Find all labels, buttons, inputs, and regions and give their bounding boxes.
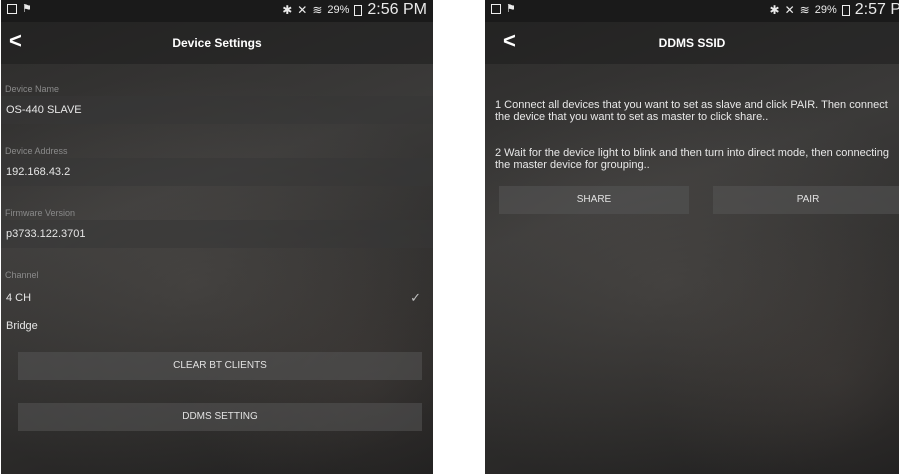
- ddms-ssid-screen: ⚑ ✱ ✕ ≋ 29% 2:57 P < DDMS SSID 1 Connect…: [485, 0, 899, 474]
- page-title: Device Settings: [172, 36, 262, 50]
- bluetooth-icon: ✱: [282, 3, 293, 17]
- ddms-setting-button[interactable]: DDMS SETTING: [18, 403, 422, 431]
- firmware-version-value: p3733.122.3701: [6, 228, 86, 240]
- firmware-version-field[interactable]: p3733.122.3701: [1, 220, 433, 248]
- instruction-2-line-2: the master device for grouping..: [495, 159, 650, 171]
- status-bar: ⚑ ✱ ✕ ≋ 29% 2:57 P: [485, 0, 899, 22]
- channel-option-bridge[interactable]: Bridge: [6, 320, 38, 332]
- mute-icon: ✕: [784, 3, 795, 17]
- wifi-icon: ≋: [312, 3, 323, 17]
- share-button[interactable]: SHARE: [499, 186, 689, 214]
- instruction-2: 2 Wait for the device light to blink and…: [495, 147, 889, 171]
- channel-label: Channel: [5, 270, 39, 280]
- status-bar: ⚑ ✱ ✕ ≋ 29% 2:56 PM: [1, 0, 433, 22]
- device-name-field[interactable]: OS-440 SLAVE: [1, 96, 433, 124]
- instruction-1-line-2: the device that you want to set as maste…: [495, 111, 769, 123]
- channel-option-4ch[interactable]: 4 CH: [6, 292, 31, 304]
- instruction-1: 1 Connect all devices that you want to s…: [495, 99, 888, 123]
- pair-button[interactable]: PAIR: [713, 186, 899, 214]
- clock: 2:57 P: [854, 1, 899, 18]
- mute-icon: ✕: [297, 3, 308, 17]
- device-name-label: Device Name: [5, 84, 60, 94]
- bluetooth-icon: ✱: [769, 3, 780, 17]
- wifi-icon: ≋: [799, 3, 810, 17]
- device-address-label: Device Address: [5, 146, 68, 156]
- app-bar: < DDMS SSID: [485, 22, 899, 64]
- checkmark-icon: ✓: [410, 290, 421, 305]
- flag-icon: ⚑: [22, 3, 32, 15]
- notification-icon: [7, 4, 17, 14]
- page-title: DDMS SSID: [658, 36, 726, 50]
- notification-icon: [491, 4, 501, 14]
- device-address-value: 192.168.43.2: [6, 166, 71, 178]
- battery-icon: [354, 4, 363, 16]
- flag-icon: ⚑: [506, 3, 516, 15]
- app-bar: < Device Settings: [1, 22, 433, 64]
- clock: 2:56 PM: [367, 1, 427, 18]
- instruction-1-line-1: 1 Connect all devices that you want to s…: [495, 99, 888, 111]
- firmware-version-label: Firmware Version: [5, 208, 76, 218]
- clear-bt-clients-button[interactable]: CLEAR BT CLIENTS: [18, 352, 422, 380]
- device-address-field[interactable]: 192.168.43.2: [1, 158, 433, 186]
- battery-percent: 29%: [327, 4, 350, 16]
- instruction-2-line-1: 2 Wait for the device light to blink and…: [495, 147, 889, 159]
- device-settings-screen: ⚑ ✱ ✕ ≋ 29% 2:56 PM < Device Settings De…: [1, 0, 433, 474]
- battery-icon: [841, 4, 850, 16]
- battery-percent: 29%: [814, 4, 837, 16]
- device-name-value: OS-440 SLAVE: [6, 104, 82, 116]
